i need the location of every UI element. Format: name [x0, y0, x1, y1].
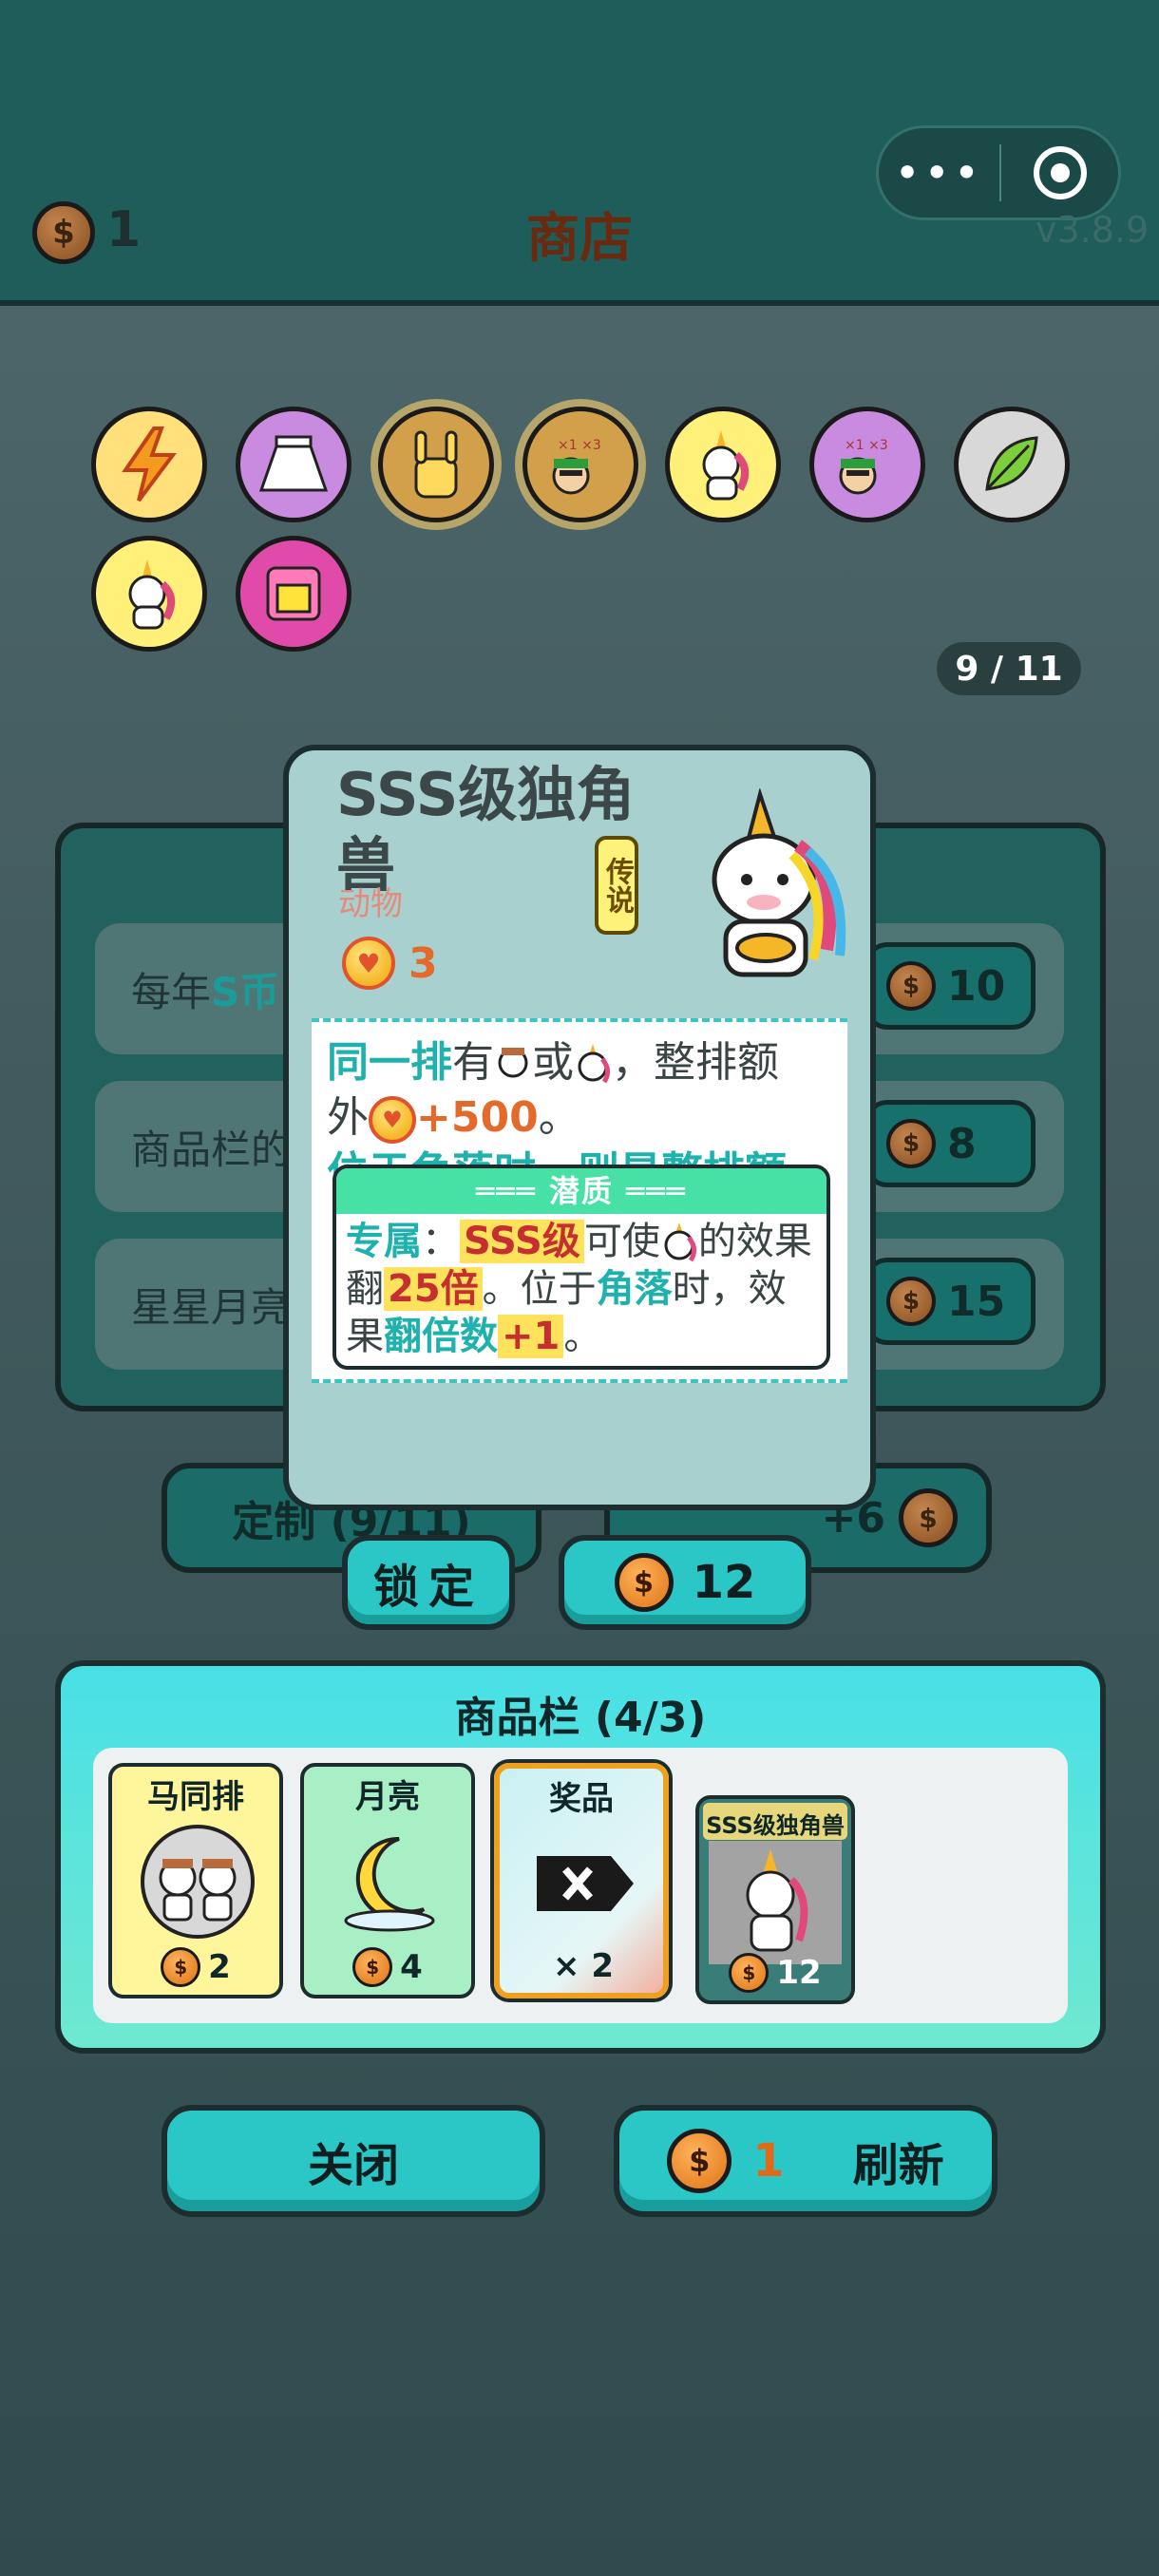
unicorn-icon — [664, 1222, 696, 1262]
desc-text: 外 — [327, 1093, 369, 1142]
refresh-button[interactable]: $ 1 刷新 — [614, 2105, 998, 2217]
lock-button[interactable]: 锁定 — [342, 1535, 515, 1630]
quality-sss: SSS级 — [460, 1220, 584, 1263]
quality-header: ═══ 潜质 ═══ — [336, 1168, 826, 1214]
unicorn-relic-icon[interactable] — [665, 407, 781, 522]
math-guy-relic-icon[interactable]: ×1 ×3 — [522, 407, 638, 522]
quality-text: 。位于 — [482, 1267, 597, 1311]
horse-icon — [498, 1048, 528, 1078]
item-price: $4 — [304, 1947, 471, 1987]
coin-icon: $ — [899, 1488, 958, 1547]
shop-row-1-buy-button[interactable]: $10 — [864, 942, 1036, 1030]
more-menu-button[interactable]: ••• — [879, 151, 999, 195]
close-button[interactable]: 关闭 — [162, 2105, 545, 2217]
rarity-tag: 传说 — [595, 836, 638, 935]
remove-tag-icon — [519, 1822, 652, 1945]
coin-icon: $ — [614, 1553, 674, 1612]
heart-coin-icon: ♥ — [342, 937, 395, 990]
moon-icon — [323, 1820, 456, 1943]
quality-multiplier: 25倍 — [384, 1267, 483, 1311]
desc-highlight-row: 同一排 — [327, 1038, 452, 1087]
cart-title: 商品栏 (4/3) — [454, 1694, 707, 1742]
quality-double: 翻倍数 — [384, 1315, 498, 1358]
quality-text: 。 — [563, 1315, 602, 1358]
shop-row-3-price: 15 — [947, 1277, 1006, 1326]
cart-item-moon[interactable]: 月亮 $4 — [300, 1763, 475, 1998]
unicorn-icon — [578, 1044, 610, 1084]
skirt-relic-icon[interactable] — [236, 407, 352, 522]
desc-text: 。 — [538, 1093, 580, 1142]
heart-coin-icon: ♥ — [369, 1096, 416, 1144]
refresh-label: 刷新 — [852, 2139, 944, 2192]
unicorn-icon — [709, 1841, 842, 1964]
buy-price: 12 — [692, 1556, 756, 1609]
rock-hand-relic-icon[interactable] — [378, 407, 494, 522]
shop-row-3-buy-button[interactable]: $15 — [864, 1258, 1036, 1345]
horse-pair-icon — [131, 1820, 264, 1943]
cart-item-prize[interactable]: 奖品 × 2 — [494, 1763, 669, 1998]
card-cost-value: 3 — [408, 938, 438, 988]
quality-label: 专属 — [346, 1220, 422, 1263]
cart-item-unicorn[interactable]: SSS级独角兽 $12 — [695, 1795, 855, 2004]
coin-icon: $ — [886, 1119, 936, 1168]
version-label: v3.8.9 — [1036, 209, 1150, 251]
item-price-value: 12 — [776, 1954, 822, 1992]
coin-icon: $ — [886, 1277, 936, 1326]
item-name: 月亮 — [355, 1778, 420, 1816]
buy-button[interactable]: $ 12 — [559, 1535, 811, 1630]
item-name: SSS级独角兽 — [703, 1803, 847, 1840]
coin-icon: $ — [729, 1953, 770, 1993]
card-cost: ♥ 3 — [342, 937, 438, 990]
coin-icon: $ — [352, 1947, 393, 1987]
unicorn-relic-2-icon[interactable] — [91, 536, 207, 652]
shop-row-2-buy-button[interactable]: $8 — [864, 1100, 1036, 1187]
item-name: 马同排 — [147, 1778, 244, 1816]
desc-bonus: +500 — [416, 1093, 539, 1142]
svg-text:×1 ×3: ×1 ×3 — [845, 438, 888, 453]
item-name: 奖品 — [549, 1780, 614, 1818]
item-price-value: 2 — [208, 1948, 231, 1986]
math-guy-purple-relic-icon[interactable]: ×1 ×3 — [809, 407, 925, 522]
quality-box: ═══ 潜质 ═══ 专属： SSS级 可使 的效果翻 25倍 。位于角落时，效果翻倍数 +… — [332, 1165, 830, 1370]
coin-icon: $ — [667, 2129, 732, 2193]
quality-text: 可使 — [583, 1220, 660, 1263]
coin-icon: $ — [886, 961, 936, 1011]
shop-row-3-text: 星星月亮 — [131, 1283, 292, 1331]
shop-row-2-price: 8 — [947, 1119, 977, 1168]
desc-text: ，整排额 — [612, 1038, 779, 1087]
coin-icon: $ — [161, 1947, 201, 1987]
quality-corner: 角落 — [596, 1267, 673, 1311]
item-price: $2 — [112, 1947, 279, 1987]
svg-text:×1 ×3: ×1 ×3 — [558, 438, 601, 453]
desc-text: 有 — [452, 1038, 494, 1087]
target-icon — [1033, 146, 1087, 199]
cart-item-horse[interactable]: 马同排 $2 — [108, 1763, 283, 1998]
item-detail-card: SSS级独角兽 动物 传说 ♥ 3 同一排有或，整排额 外♥+500。 位于角落… — [283, 745, 876, 1510]
shop-row-2-text: 商品栏的 — [131, 1126, 292, 1173]
lightning-relic-icon[interactable] — [91, 407, 207, 522]
item-count: × 2 — [553, 1947, 614, 1985]
shop-row-1-text: 每年 — [131, 968, 212, 1015]
desc-text: 或 — [532, 1038, 574, 1087]
quality-plus: +1 — [498, 1315, 564, 1358]
item-price-value: 4 — [400, 1948, 423, 1986]
quality-text: ： — [422, 1220, 460, 1263]
refresh-cost: 1 — [752, 2134, 785, 2188]
page-indicator: 9 / 11 — [937, 642, 1081, 695]
shop-row-1-price: 10 — [947, 961, 1006, 1011]
pink-box-relic-icon[interactable] — [236, 536, 352, 652]
unicorn-icon — [688, 786, 868, 988]
shop-row-1-highlight: S币 — [211, 968, 280, 1015]
mini-program-capsule: ••• — [876, 125, 1121, 220]
card-type: 动物 — [338, 885, 403, 923]
leaf-relic-icon[interactable] — [954, 407, 1070, 522]
close-program-button[interactable] — [1001, 146, 1118, 199]
item-price: $12 — [699, 1953, 851, 1993]
